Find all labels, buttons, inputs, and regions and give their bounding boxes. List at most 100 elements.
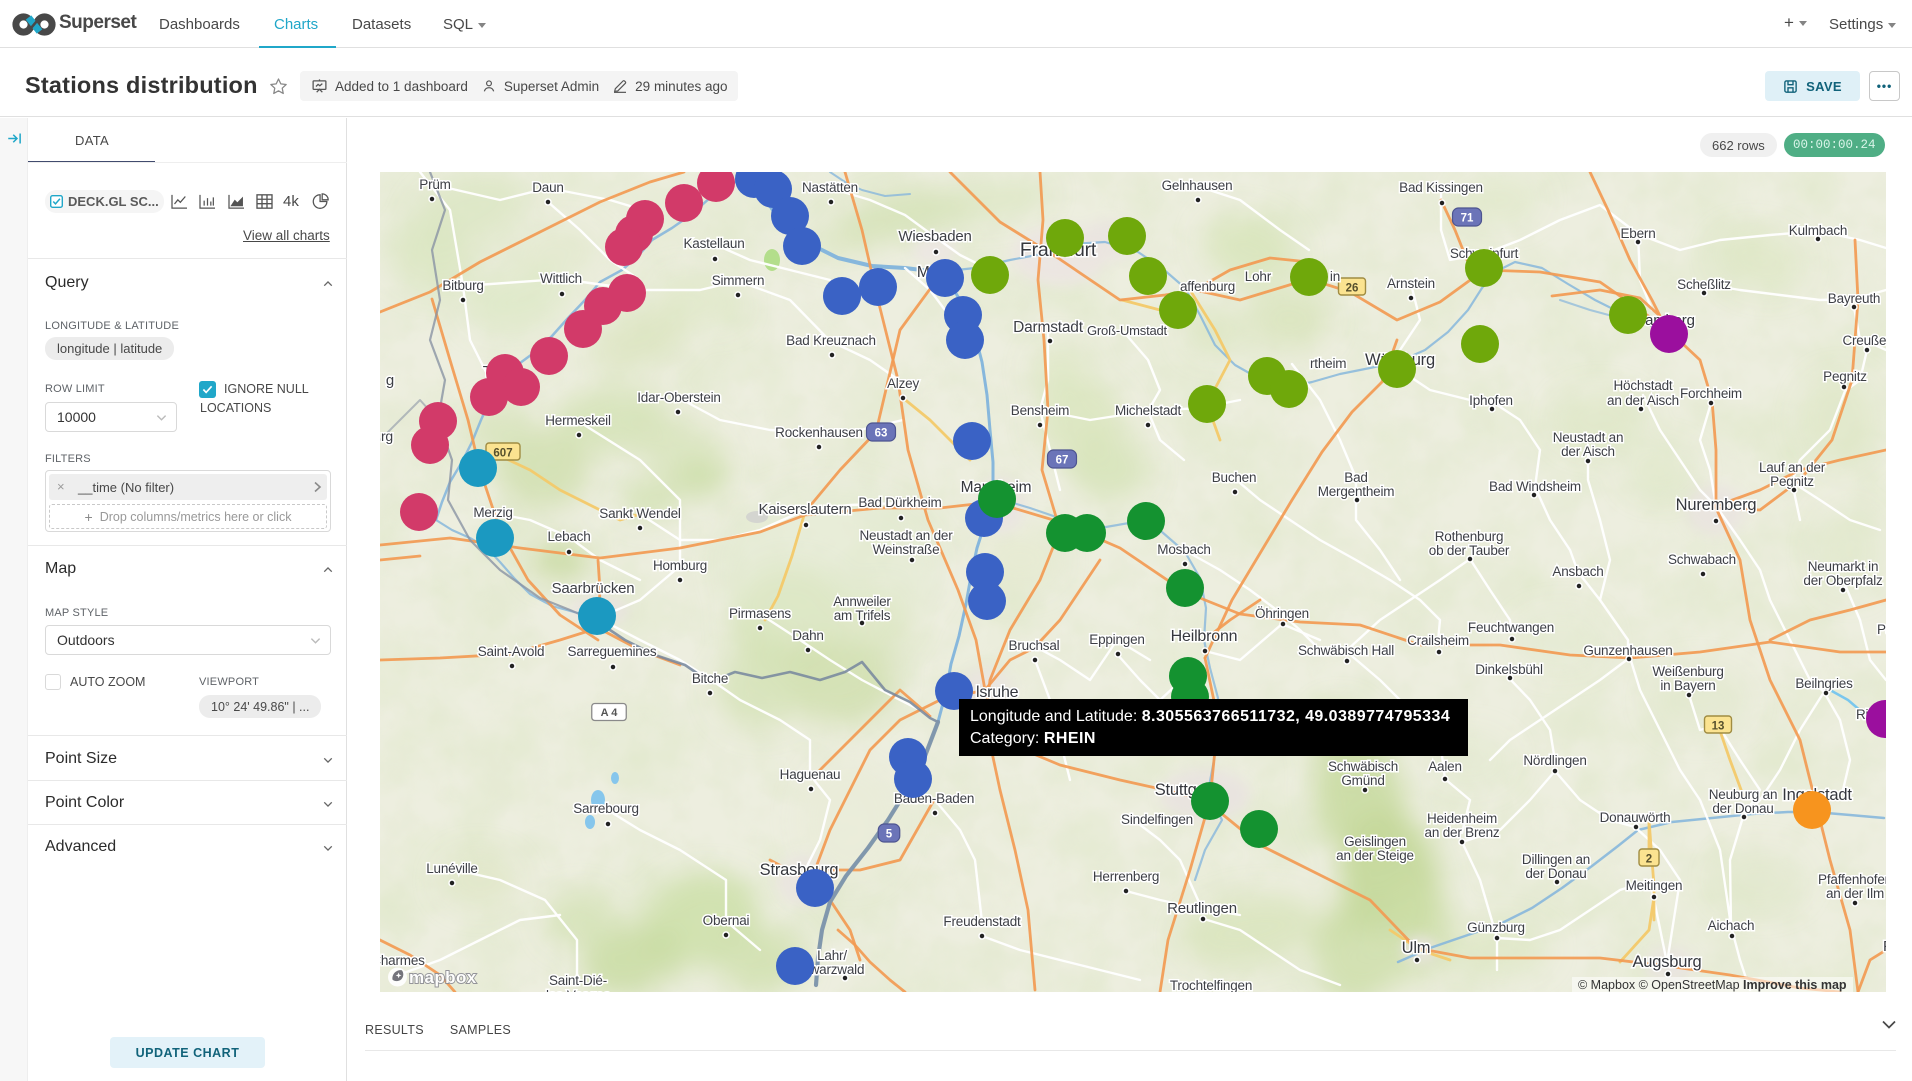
svg-text:Heidenheim: Heidenheim xyxy=(1427,811,1497,826)
svg-text:Heilbronn: Heilbronn xyxy=(1171,628,1238,645)
svg-text:Herrenberg: Herrenberg xyxy=(1093,869,1159,884)
svg-text:Alzey: Alzey xyxy=(887,376,919,391)
svg-text:5: 5 xyxy=(886,829,893,841)
svg-text:Neuburg an: Neuburg an xyxy=(1709,787,1778,802)
svg-text:Neustadt an: Neustadt an xyxy=(1553,430,1624,445)
svg-text:Bad Kreuznach: Bad Kreuznach xyxy=(786,333,876,348)
svg-text:rtheim: rtheim xyxy=(1310,356,1346,371)
svg-text:67: 67 xyxy=(1056,455,1069,467)
svg-text:an der Aisch: an der Aisch xyxy=(1607,393,1679,408)
svg-text:71: 71 xyxy=(1461,213,1474,225)
svg-text:A 4: A 4 xyxy=(601,707,619,719)
svg-text:Bad Kissingen: Bad Kissingen xyxy=(1399,180,1483,195)
svg-text:Gmünd: Gmünd xyxy=(1341,773,1384,788)
svg-text:Nuremberg: Nuremberg xyxy=(1676,496,1757,514)
svg-text:Sankt Wendel: Sankt Wendel xyxy=(599,506,681,521)
svg-text:Lohr: Lohr xyxy=(1245,269,1272,284)
svg-text:Saarbrücken: Saarbrücken xyxy=(552,580,635,597)
svg-text:Lahr/: Lahr/ xyxy=(817,948,847,963)
svg-text:Pirmasens: Pirmasens xyxy=(729,606,791,621)
svg-text:Dahn: Dahn xyxy=(792,628,823,643)
svg-text:Schwäbisch: Schwäbisch xyxy=(1328,759,1398,774)
svg-text:an der Ilm: an der Ilm xyxy=(1826,886,1884,901)
svg-text:Schwäbisch Hall: Schwäbisch Hall xyxy=(1298,643,1394,658)
svg-text:Rockenhausen: Rockenhausen xyxy=(775,425,863,440)
svg-text:607: 607 xyxy=(493,448,512,460)
svg-text:Günzburg: Günzburg xyxy=(1467,920,1525,935)
svg-text:Pfaffenhofen: Pfaffenhofen xyxy=(1818,872,1886,887)
svg-text:Arnstein: Arnstein xyxy=(1387,276,1435,291)
svg-text:Freudenstadt: Freudenstadt xyxy=(943,914,1021,929)
svg-text:Eppingen: Eppingen xyxy=(1089,632,1144,647)
svg-text:Aichach: Aichach xyxy=(1708,918,1755,933)
svg-text:Darmstadt: Darmstadt xyxy=(1013,319,1084,336)
svg-text:Sarreguemines: Sarreguemines xyxy=(568,644,657,659)
svg-text:Beilngries: Beilngries xyxy=(1795,676,1853,691)
svg-text:Kastellaun: Kastellaun xyxy=(683,236,744,251)
svg-text:Höchstadt: Höchstadt xyxy=(1614,378,1673,393)
svg-text:Augsburg: Augsburg xyxy=(1632,953,1701,971)
svg-text:Aalen: Aalen xyxy=(1428,759,1462,774)
svg-text:Neustadt an der: Neustadt an der xyxy=(859,528,953,543)
svg-text:Nastätten: Nastätten xyxy=(802,180,858,195)
svg-text:Simmern: Simmern xyxy=(712,273,765,288)
svg-text:Prüm: Prüm xyxy=(419,177,450,192)
svg-text:Bad: Bad xyxy=(1344,470,1367,485)
svg-text:63: 63 xyxy=(875,428,888,440)
svg-text:der Oberpfalz: der Oberpfalz xyxy=(1803,573,1883,588)
svg-text:les-Vosges: les-Vosges xyxy=(546,988,610,992)
svg-text:Donauwörth: Donauwörth xyxy=(1600,810,1671,825)
svg-text:Weinstraße: Weinstraße xyxy=(873,542,940,557)
svg-text:Schwabach: Schwabach xyxy=(1668,552,1736,567)
svg-text:Kaiserslautern: Kaiserslautern xyxy=(758,501,851,518)
svg-text:Saint-Dié-: Saint-Dié- xyxy=(549,973,607,988)
svg-text:in Bayern: in Bayern xyxy=(1660,678,1715,693)
svg-text:Creußen: Creußen xyxy=(1842,333,1886,348)
svg-text:Reutlingen: Reutlingen xyxy=(1167,900,1237,917)
svg-text:Wiesbaden: Wiesbaden xyxy=(898,228,971,245)
svg-text:Ulm: Ulm xyxy=(1402,939,1431,957)
svg-text:Buchen: Buchen xyxy=(1212,470,1257,485)
svg-text:Annweiler: Annweiler xyxy=(833,594,891,609)
svg-text:mapbox: mapbox xyxy=(409,968,477,987)
svg-text:Gelnhausen: Gelnhausen xyxy=(1162,178,1233,193)
svg-text:Bensheim: Bensheim xyxy=(1011,403,1069,418)
svg-text:Geislingen: Geislingen xyxy=(1344,834,1406,849)
svg-text:Crailsheim: Crailsheim xyxy=(1407,633,1469,648)
svg-text:Mosbach: Mosbach xyxy=(1157,542,1210,557)
svg-text:2: 2 xyxy=(1646,854,1652,866)
svg-text:Sarrebourg: Sarrebourg xyxy=(573,801,639,816)
svg-text:rg: rg xyxy=(381,428,393,444)
svg-text:Trochtelfingen: Trochtelfingen xyxy=(1170,978,1252,992)
svg-text:der Aisch: der Aisch xyxy=(1561,444,1615,459)
svg-text:Pegnitz: Pegnitz xyxy=(1823,369,1867,384)
svg-text:Lebach: Lebach xyxy=(547,529,590,544)
svg-text:F: F xyxy=(1883,938,1886,955)
svg-text:13: 13 xyxy=(1712,721,1725,733)
svg-text:Homburg: Homburg xyxy=(653,558,707,573)
svg-text:Idar-Oberstein: Idar-Oberstein xyxy=(637,390,721,405)
svg-text:Bad Dürkheim: Bad Dürkheim xyxy=(858,495,941,510)
svg-text:in: in xyxy=(1330,269,1340,284)
svg-text:an der Steige: an der Steige xyxy=(1336,848,1414,863)
svg-text:Bruchsal: Bruchsal xyxy=(1009,638,1060,653)
svg-text:Weißenburg: Weißenburg xyxy=(1652,664,1723,679)
svg-text:Nördlingen: Nördlingen xyxy=(1523,753,1586,768)
svg-text:Meitingen: Meitingen xyxy=(1626,878,1683,893)
svg-text:Forchheim: Forchheim xyxy=(1680,386,1742,401)
svg-text:Feuchtwangen: Feuchtwangen xyxy=(1468,620,1554,635)
svg-text:Bitburg: Bitburg xyxy=(442,278,483,293)
svg-text:Saint-Avold: Saint-Avold xyxy=(478,644,545,659)
svg-text:Bitche: Bitche xyxy=(692,671,728,686)
svg-text:Par: Par xyxy=(1877,622,1886,637)
svg-text:26: 26 xyxy=(1346,283,1359,295)
svg-text:Wittlich: Wittlich xyxy=(540,271,582,286)
svg-text:Ansbach: Ansbach xyxy=(1552,564,1603,579)
svg-text:g: g xyxy=(386,372,394,389)
svg-text:Groß-Umstadt: Groß-Umstadt xyxy=(1087,323,1168,338)
svg-text:affenburg: affenburg xyxy=(1180,279,1235,294)
svg-text:Michelstadt: Michelstadt xyxy=(1115,403,1182,418)
svg-text:Lauf an der: Lauf an der xyxy=(1759,460,1826,475)
svg-text:Haguenau: Haguenau xyxy=(780,767,841,782)
svg-text:an der Brenz: an der Brenz xyxy=(1425,825,1500,840)
